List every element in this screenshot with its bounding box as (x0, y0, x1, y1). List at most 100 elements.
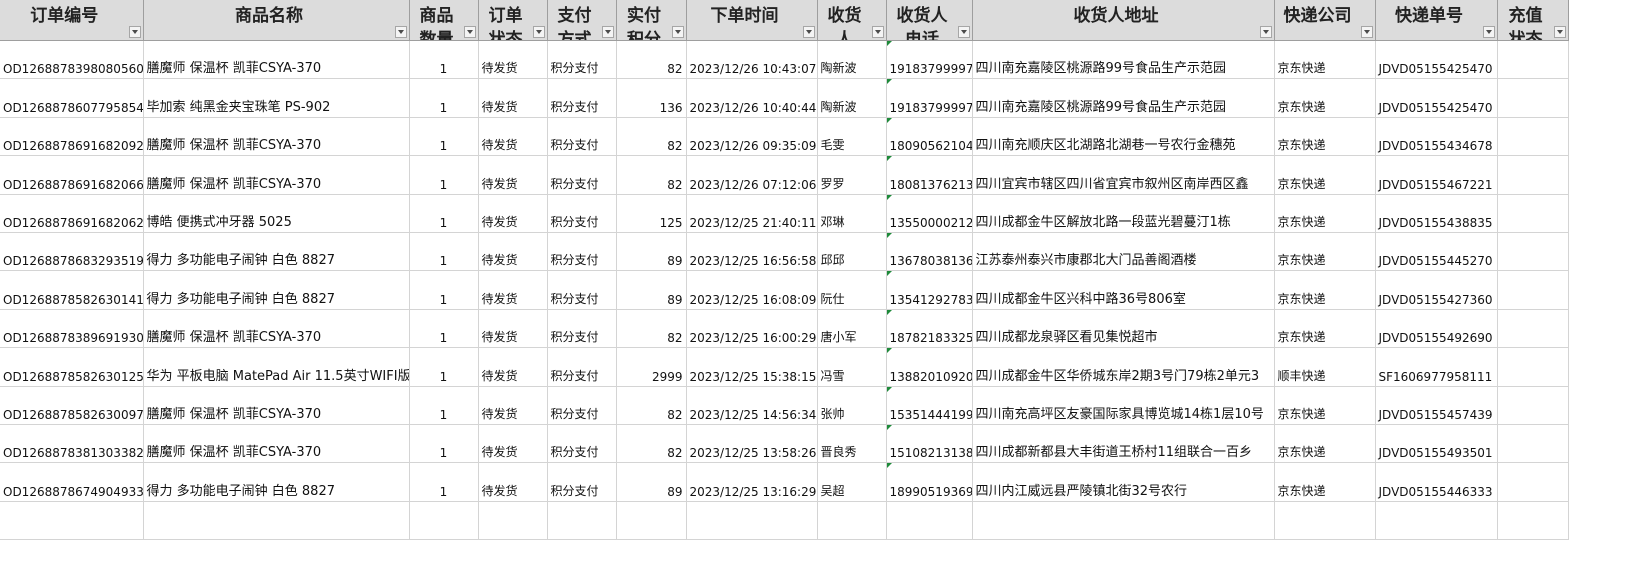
cell-receiver[interactable]: 唐小军 (817, 309, 887, 349)
cell-time[interactable]: 2023/12/25 13:58:26 (686, 424, 818, 464)
cell-address[interactable]: 四川南充嘉陵区桃源路99号食品生产示范园 (972, 78, 1275, 118)
empty-cell[interactable] (1274, 501, 1376, 540)
cell-time[interactable]: 2023/12/26 10:40:44 (686, 78, 818, 118)
cell-payment[interactable]: 积分支付 (547, 347, 617, 387)
cell-payment[interactable]: 积分支付 (547, 78, 617, 118)
empty-cell[interactable] (972, 501, 1275, 540)
cell-product[interactable]: 膳魔师 保温杯 凯菲CSYA-370 (143, 386, 410, 425)
filter-dropdown-icon[interactable] (1553, 26, 1566, 38)
column-header-address[interactable]: 收货人地址 (972, 0, 1275, 41)
cell-points[interactable]: 82 (616, 424, 687, 464)
cell-qty[interactable]: 1 (409, 117, 479, 157)
cell-tracking[interactable]: JDVD05155427360 (1375, 270, 1498, 310)
column-header-points[interactable]: 实付积分 (616, 0, 687, 41)
cell-recharge[interactable] (1497, 117, 1569, 157)
cell-order_no[interactable]: OD1268878691682066 (0, 155, 144, 195)
cell-recharge[interactable] (1497, 155, 1569, 195)
cell-time[interactable]: 2023/12/25 16:08:09 (686, 270, 818, 310)
cell-time[interactable]: 2023/12/25 13:16:29 (686, 462, 818, 502)
cell-address[interactable]: 四川成都龙泉驿区看见集悦超市 (972, 309, 1275, 349)
cell-courier[interactable]: 京东快递 (1274, 155, 1376, 195)
cell-receiver[interactable]: 晋良秀 (817, 424, 887, 464)
cell-order_no[interactable]: OD1268878691682092 (0, 117, 144, 157)
cell-product[interactable]: 博皓 便携式冲牙器 5025 (143, 194, 410, 233)
cell-points[interactable]: 82 (616, 309, 687, 349)
cell-order_no[interactable]: OD1268878683293519 (0, 232, 144, 272)
cell-qty[interactable]: 1 (409, 270, 479, 310)
cell-recharge[interactable] (1497, 347, 1569, 387)
cell-qty[interactable]: 1 (409, 232, 479, 272)
cell-qty[interactable]: 1 (409, 347, 479, 387)
cell-receiver[interactable]: 罗罗 (817, 155, 887, 195)
cell-address[interactable]: 四川成都金牛区华侨城东岸2期3号门79栋2单元3 (972, 347, 1275, 387)
column-header-phone[interactable]: 收货人电话 (886, 0, 973, 41)
cell-qty[interactable]: 1 (409, 40, 479, 80)
cell-points[interactable]: 82 (616, 155, 687, 195)
empty-cell[interactable] (616, 501, 687, 540)
cell-phone[interactable]: 18081376213 (886, 155, 973, 195)
cell-time[interactable]: 2023/12/26 09:35:09 (686, 117, 818, 157)
cell-phone[interactable]: 18782183325 (886, 309, 973, 349)
cell-order_no[interactable]: OD1268878398080560 (0, 40, 144, 80)
cell-tracking[interactable]: JDVD05155493501 (1375, 424, 1498, 464)
cell-points[interactable]: 82 (616, 117, 687, 157)
cell-address[interactable]: 四川南充顺庆区北湖路北湖巷一号农行金穗苑 (972, 117, 1275, 157)
filter-dropdown-icon[interactable] (957, 26, 970, 38)
cell-points[interactable]: 2999 (616, 347, 687, 387)
cell-time[interactable]: 2023/12/26 07:12:06 (686, 155, 818, 195)
cell-receiver[interactable]: 毛雯 (817, 117, 887, 157)
cell-status[interactable]: 待发货 (478, 462, 548, 502)
empty-cell[interactable] (547, 501, 617, 540)
cell-points[interactable]: 82 (616, 386, 687, 425)
cell-qty[interactable]: 1 (409, 78, 479, 118)
cell-status[interactable]: 待发货 (478, 309, 548, 349)
cell-receiver[interactable]: 邓琳 (817, 194, 887, 233)
cell-tracking[interactable]: JDVD05155492690 (1375, 309, 1498, 349)
cell-tracking[interactable]: JDVD05155438835 (1375, 194, 1498, 233)
cell-product[interactable]: 毕加索 纯黑金夹宝珠笔 PS-902 (143, 78, 410, 118)
cell-points[interactable]: 89 (616, 270, 687, 310)
empty-cell[interactable] (478, 501, 548, 540)
cell-courier[interactable]: 京东快递 (1274, 309, 1376, 349)
cell-courier[interactable]: 京东快递 (1274, 117, 1376, 157)
cell-address[interactable]: 四川成都新都县大丰街道王桥村11组联合一百乡 (972, 424, 1275, 464)
cell-recharge[interactable] (1497, 78, 1569, 118)
cell-courier[interactable]: 京东快递 (1274, 78, 1376, 118)
cell-payment[interactable]: 积分支付 (547, 155, 617, 195)
cell-status[interactable]: 待发货 (478, 347, 548, 387)
cell-address[interactable]: 四川成都金牛区兴科中路36号806室 (972, 270, 1275, 310)
filter-dropdown-icon[interactable] (1259, 26, 1272, 38)
column-header-tracking[interactable]: 快递单号 (1375, 0, 1498, 41)
cell-order_no[interactable]: OD1268878381303382 (0, 424, 144, 464)
cell-payment[interactable]: 积分支付 (547, 424, 617, 464)
cell-courier[interactable]: 京东快递 (1274, 40, 1376, 80)
cell-time[interactable]: 2023/12/25 16:56:58 (686, 232, 818, 272)
cell-time[interactable]: 2023/12/25 14:56:34 (686, 386, 818, 425)
empty-cell[interactable] (817, 501, 887, 540)
cell-payment[interactable]: 积分支付 (547, 232, 617, 272)
cell-status[interactable]: 待发货 (478, 40, 548, 80)
cell-time[interactable]: 2023/12/25 21:40:11 (686, 194, 818, 233)
cell-phone[interactable]: 13882010920 (886, 347, 973, 387)
column-header-product[interactable]: 商品名称 (143, 0, 410, 41)
cell-order_no[interactable]: OD1268878389691930 (0, 309, 144, 349)
cell-qty[interactable]: 1 (409, 462, 479, 502)
cell-phone[interactable]: 13678038136 (886, 232, 973, 272)
cell-status[interactable]: 待发货 (478, 386, 548, 425)
cell-time[interactable]: 2023/12/26 10:43:07 (686, 40, 818, 80)
empty-cell[interactable] (886, 501, 973, 540)
cell-qty[interactable]: 1 (409, 155, 479, 195)
cell-phone[interactable]: 19183799997 (886, 78, 973, 118)
column-header-recharge[interactable]: 充值状态 (1497, 0, 1569, 41)
cell-product[interactable]: 膳魔师 保温杯 凯菲CSYA-370 (143, 155, 410, 195)
cell-order_no[interactable]: OD1268878582630097 (0, 386, 144, 425)
cell-product[interactable]: 膳魔师 保温杯 凯菲CSYA-370 (143, 309, 410, 349)
cell-order_no[interactable]: OD1268878674904933 (0, 462, 144, 502)
cell-order_no[interactable]: OD1268878582630125 (0, 347, 144, 387)
cell-recharge[interactable] (1497, 424, 1569, 464)
cell-address[interactable]: 四川成都金牛区解放北路一段蓝光碧蔓汀1栋 (972, 194, 1275, 233)
cell-receiver[interactable]: 陶新波 (817, 78, 887, 118)
cell-receiver[interactable]: 邱邱 (817, 232, 887, 272)
cell-courier[interactable]: 京东快递 (1274, 270, 1376, 310)
cell-payment[interactable]: 积分支付 (547, 309, 617, 349)
